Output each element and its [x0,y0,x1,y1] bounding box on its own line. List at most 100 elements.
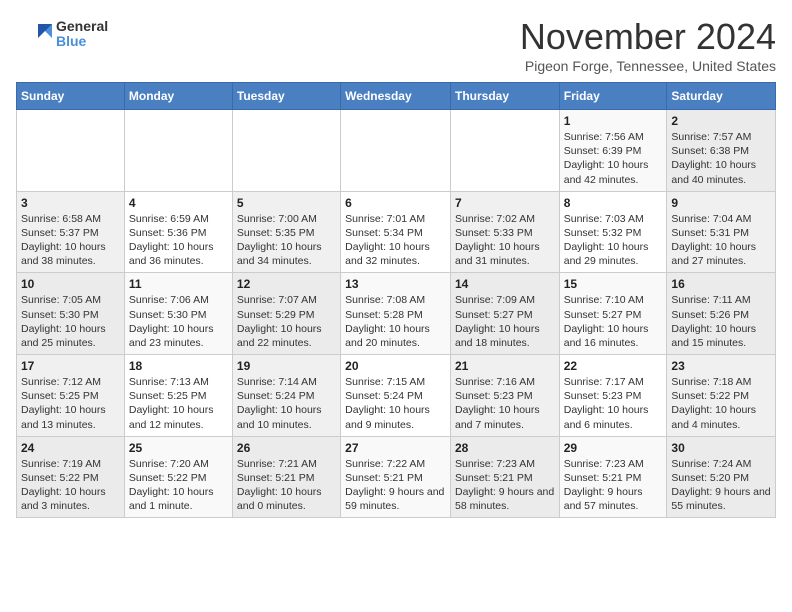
day-info: Sunrise: 7:14 AM Sunset: 5:24 PM Dayligh… [237,375,336,432]
logo-general: General [56,19,108,34]
header-day-monday: Monday [124,83,232,110]
day-number: 6 [345,196,446,210]
day-info: Sunrise: 6:59 AM Sunset: 5:36 PM Dayligh… [129,212,228,269]
calendar-cell [341,110,451,192]
calendar-cell: 28Sunrise: 7:23 AM Sunset: 5:21 PM Dayli… [450,436,559,518]
day-number: 15 [564,277,663,291]
day-info: Sunrise: 7:09 AM Sunset: 5:27 PM Dayligh… [455,293,555,350]
day-number: 10 [21,277,120,291]
calendar-cell: 21 Sunrise: 7:16 AM Sunset: 5:23 PM Dayli… [450,355,559,437]
page-header: General Blue November 2024 Pigeon Forge,… [16,16,776,74]
calendar-cell: 10 Sunrise: 7:05 AM Sunset: 5:30 PM Dayli… [17,273,125,355]
calendar-cell: 27 Sunrise: 7:22 AM Sunset: 5:21 PM Dayli… [341,436,451,518]
day-number: 18 [129,359,228,373]
logo: General Blue [16,16,108,52]
day-number: 28 [455,441,555,455]
calendar-cell: 16 Sunrise: 7:11 AM Sunset: 5:26 PM Dayli… [667,273,776,355]
calendar-cell: 18 Sunrise: 7:13 AM Sunset: 5:25 PM Dayli… [124,355,232,437]
day-info: Sunrise: 7:06 AM Sunset: 5:30 PM Dayligh… [129,293,228,350]
calendar-table: SundayMondayTuesdayWednesdayThursdayFrid… [16,82,776,518]
calendar-cell: 24 Sunrise: 7:19 AM Sunset: 5:22 PM Dayli… [17,436,125,518]
day-number: 23 [671,359,771,373]
day-info: Sunrise: 7:16 AM Sunset: 5:23 PM Dayligh… [455,375,555,432]
day-number: 27 [345,441,446,455]
day-info: Sunrise: 6:58 AM Sunset: 5:37 PM Dayligh… [21,212,120,269]
day-number: 1 [564,114,663,128]
calendar-cell: 5 Sunrise: 7:00 AM Sunset: 5:35 PM Daylig… [232,191,340,273]
day-info: Sunrise: 7:11 AM Sunset: 5:26 PM Dayligh… [671,293,771,350]
calendar-cell [124,110,232,192]
calendar-cell: 11 Sunrise: 7:06 AM Sunset: 5:30 PM Dayli… [124,273,232,355]
day-info: Sunrise: 7:20 AM Sunset: 5:22 PM Dayligh… [129,457,228,514]
day-number: 21 [455,359,555,373]
calendar-week-3: 17 Sunrise: 7:12 AM Sunset: 5:25 PM Dayli… [17,355,776,437]
calendar-cell: 20 Sunrise: 7:15 AM Sunset: 5:24 PM Dayli… [341,355,451,437]
day-info: Sunrise: 7:17 AM Sunset: 5:23 PM Dayligh… [564,375,663,432]
day-number: 14 [455,277,555,291]
title-section: November 2024 Pigeon Forge, Tennessee, U… [520,16,776,74]
calendar-week-2: 10 Sunrise: 7:05 AM Sunset: 5:30 PM Dayli… [17,273,776,355]
day-number: 24 [21,441,120,455]
day-info: Sunrise: 7:10 AM Sunset: 5:27 PM Dayligh… [564,293,663,350]
day-info: Sunrise: 7:15 AM Sunset: 5:24 PM Dayligh… [345,375,446,432]
day-info: Sunrise: 7:00 AM Sunset: 5:35 PM Dayligh… [237,212,336,269]
calendar-cell: 12 Sunrise: 7:07 AM Sunset: 5:29 PM Dayli… [232,273,340,355]
calendar-cell: 6 Sunrise: 7:01 AM Sunset: 5:34 PM Daylig… [341,191,451,273]
calendar-cell: 3 Sunrise: 6:58 AM Sunset: 5:37 PM Daylig… [17,191,125,273]
day-info: Sunrise: 7:05 AM Sunset: 5:30 PM Dayligh… [21,293,120,350]
day-number: 16 [671,277,771,291]
day-number: 19 [237,359,336,373]
header-day-thursday: Thursday [450,83,559,110]
month-title: November 2024 [520,16,776,58]
day-info: Sunrise: 7:56 AM Sunset: 6:39 PM Dayligh… [564,130,663,187]
day-info: Sunrise: 7:12 AM Sunset: 5:25 PM Dayligh… [21,375,120,432]
day-number: 3 [21,196,120,210]
day-number: 17 [21,359,120,373]
day-number: 9 [671,196,771,210]
day-number: 30 [671,441,771,455]
day-number: 20 [345,359,446,373]
day-info: Sunrise: 7:57 AM Sunset: 6:38 PM Dayligh… [671,130,771,187]
day-info: Sunrise: 7:22 AM Sunset: 5:21 PM Dayligh… [345,457,446,514]
day-number: 29 [564,441,663,455]
calendar-cell: 19 Sunrise: 7:14 AM Sunset: 5:24 PM Dayli… [232,355,340,437]
header-day-tuesday: Tuesday [232,83,340,110]
day-info: Sunrise: 7:01 AM Sunset: 5:34 PM Dayligh… [345,212,446,269]
day-number: 25 [129,441,228,455]
calendar-cell: 29 Sunrise: 7:23 AM Sunset: 5:21 PM Dayli… [559,436,667,518]
calendar-week-4: 24 Sunrise: 7:19 AM Sunset: 5:22 PM Dayli… [17,436,776,518]
day-info: Sunrise: 7:19 AM Sunset: 5:22 PM Dayligh… [21,457,120,514]
day-info: Sunrise: 7:07 AM Sunset: 5:29 PM Dayligh… [237,293,336,350]
day-info: Sunrise: 7:03 AM Sunset: 5:32 PM Dayligh… [564,212,663,269]
day-number: 13 [345,277,446,291]
calendar-cell: 17 Sunrise: 7:12 AM Sunset: 5:25 PM Dayli… [17,355,125,437]
calendar-cell: 1 Sunrise: 7:56 AM Sunset: 6:39 PM Daylig… [559,110,667,192]
header-day-wednesday: Wednesday [341,83,451,110]
header-day-sunday: Sunday [17,83,125,110]
day-number: 12 [237,277,336,291]
day-number: 7 [455,196,555,210]
day-number: 4 [129,196,228,210]
calendar-cell: 2 Sunrise: 7:57 AM Sunset: 6:38 PM Daylig… [667,110,776,192]
logo-blue: Blue [56,34,108,49]
day-info: Sunrise: 7:02 AM Sunset: 5:33 PM Dayligh… [455,212,555,269]
header-row: SundayMondayTuesdayWednesdayThursdayFrid… [17,83,776,110]
calendar-cell: 15 Sunrise: 7:10 AM Sunset: 5:27 PM Dayli… [559,273,667,355]
calendar-cell: 13Sunrise: 7:08 AM Sunset: 5:28 PM Dayli… [341,273,451,355]
day-number: 2 [671,114,771,128]
day-info: Sunrise: 7:23 AM Sunset: 5:21 PM Dayligh… [564,457,663,514]
day-info: Sunrise: 7:13 AM Sunset: 5:25 PM Dayligh… [129,375,228,432]
day-info: Sunrise: 7:04 AM Sunset: 5:31 PM Dayligh… [671,212,771,269]
header-day-friday: Friday [559,83,667,110]
day-number: 11 [129,277,228,291]
calendar-week-1: 3 Sunrise: 6:58 AM Sunset: 5:37 PM Daylig… [17,191,776,273]
calendar-cell: 26Sunrise: 7:21 AM Sunset: 5:21 PM Dayli… [232,436,340,518]
calendar-week-0: 1 Sunrise: 7:56 AM Sunset: 6:39 PM Daylig… [17,110,776,192]
calendar-cell: 4 Sunrise: 6:59 AM Sunset: 5:36 PM Daylig… [124,191,232,273]
day-number: 5 [237,196,336,210]
day-info: Sunrise: 7:24 AM Sunset: 5:20 PM Dayligh… [671,457,771,514]
calendar-body: 1 Sunrise: 7:56 AM Sunset: 6:39 PM Daylig… [17,110,776,518]
calendar-cell: 23Sunrise: 7:18 AM Sunset: 5:22 PM Dayli… [667,355,776,437]
calendar-cell: 25 Sunrise: 7:20 AM Sunset: 5:22 PM Dayli… [124,436,232,518]
calendar-cell: 22Sunrise: 7:17 AM Sunset: 5:23 PM Dayli… [559,355,667,437]
